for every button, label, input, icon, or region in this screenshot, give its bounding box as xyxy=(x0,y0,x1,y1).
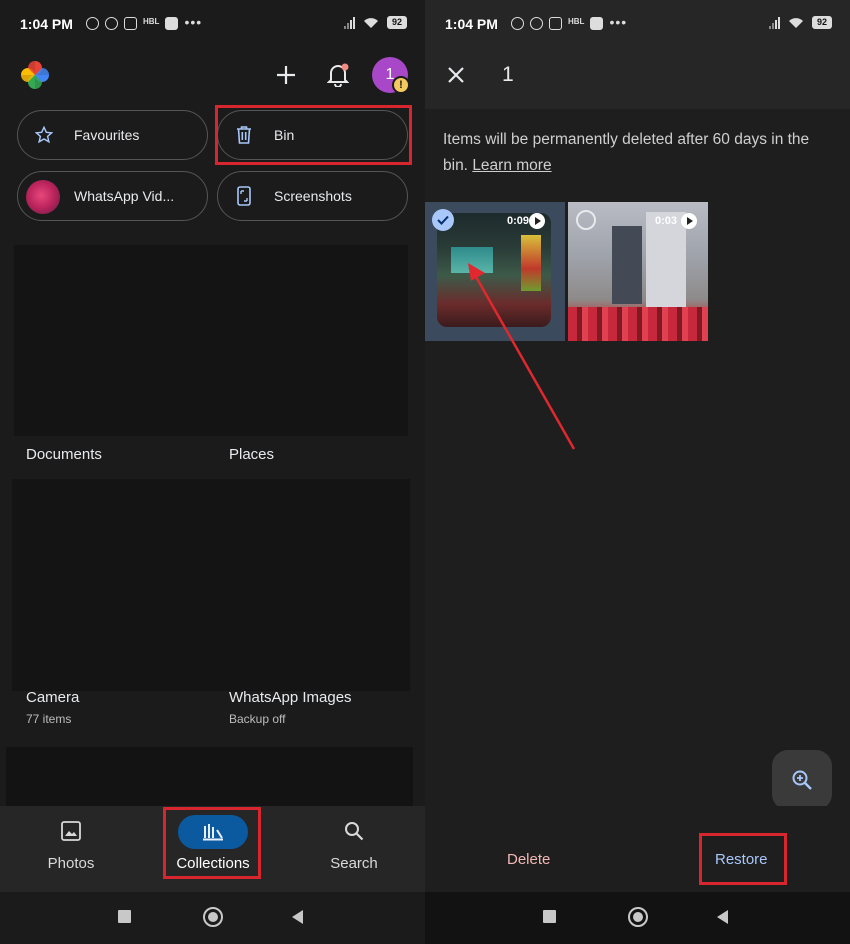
bin-info: Items will be permanently deleted after … xyxy=(443,127,833,179)
laptop-icon xyxy=(124,17,137,30)
album-documents-thumbnail[interactable] xyxy=(14,245,214,436)
nav-photos[interactable]: Photos xyxy=(11,806,131,892)
laptop-icon xyxy=(549,17,562,30)
star-icon xyxy=(33,124,55,146)
bin-screen: 1:04 PM HBL ••• 92 1 Items will be perma… xyxy=(425,0,850,944)
home-button[interactable] xyxy=(628,907,648,927)
chip-label: WhatsApp Vid... xyxy=(74,188,175,204)
selected-count: 1 xyxy=(502,63,514,86)
album-title: Documents xyxy=(26,446,102,463)
bottom-navigation: Photos Collections Search xyxy=(0,806,425,892)
chip-label: Bin xyxy=(274,127,295,143)
bin-item[interactable]: 0:03 xyxy=(568,202,708,341)
album-partial-thumbnail[interactable] xyxy=(6,747,413,807)
signal-icon xyxy=(768,16,780,29)
status-icons: HBL ••• xyxy=(86,14,203,30)
mute-icon xyxy=(511,17,524,30)
notifications-button[interactable] xyxy=(323,60,353,90)
album-camera-thumbnail[interactable] xyxy=(12,479,214,691)
restore-button[interactable]: Restore xyxy=(715,851,768,868)
collections-icon xyxy=(203,824,223,841)
album-subtitle: Backup off xyxy=(229,712,286,726)
chip-bin[interactable]: Bin xyxy=(217,110,408,160)
battery-icon: 92 xyxy=(811,16,832,29)
more-dots-icon: ••• xyxy=(609,14,628,30)
zoom-in-icon xyxy=(792,770,812,790)
learn-more-link[interactable]: Learn more xyxy=(472,157,551,174)
bank-app-icon: HBL xyxy=(568,17,585,26)
checkmark-icon[interactable] xyxy=(432,209,454,231)
select-circle-icon[interactable] xyxy=(576,210,596,230)
play-icon xyxy=(529,213,545,229)
album-title: WhatsApp Images xyxy=(229,689,352,706)
video-duration: 0:03 xyxy=(655,215,678,227)
photo-icon xyxy=(56,820,86,842)
system-navigation-bar xyxy=(0,892,425,944)
red-arrow-annotation xyxy=(468,263,576,450)
active-nav-pill xyxy=(178,815,248,849)
close-icon[interactable] xyxy=(444,63,468,87)
nav-label: Collections xyxy=(176,855,250,872)
recents-button[interactable] xyxy=(543,910,556,923)
linkedin-icon xyxy=(165,17,179,30)
wifi-icon xyxy=(363,17,378,28)
bank-app-icon: HBL xyxy=(143,17,160,26)
chip-favourites[interactable]: Favourites xyxy=(17,110,208,160)
alarm-icon xyxy=(530,17,543,30)
selection-toolbar: 1 xyxy=(425,50,850,109)
collections-screen: 1:04 PM HBL ••• 92 1 ! Favourites Bin Wh… xyxy=(0,0,425,944)
album-thumbnail xyxy=(26,180,60,214)
linkedin-icon xyxy=(590,17,604,30)
recents-button[interactable] xyxy=(118,910,131,923)
album-whatsapp-images-thumbnail[interactable] xyxy=(212,479,410,691)
battery-icon: 92 xyxy=(386,16,407,29)
album-subtitle: 77 items xyxy=(26,712,72,726)
status-bar: 1:04 PM HBL ••• 92 xyxy=(425,0,850,50)
zoom-button[interactable] xyxy=(772,750,832,810)
chip-label: Screenshots xyxy=(274,188,352,204)
back-button[interactable] xyxy=(717,910,728,924)
nav-label: Photos xyxy=(47,855,95,872)
bin-content: Items will be permanently deleted after … xyxy=(425,109,850,892)
more-dots-icon: ••• xyxy=(184,14,203,30)
nav-search[interactable]: Search xyxy=(294,806,414,892)
album-title: Places xyxy=(229,446,275,463)
phone-screenshot-icon xyxy=(233,185,255,207)
album-places-thumbnail[interactable] xyxy=(212,245,408,436)
system-navigation-bar xyxy=(425,892,850,944)
delete-button[interactable]: Delete xyxy=(507,851,550,868)
alarm-icon xyxy=(105,17,118,30)
wifi-icon xyxy=(788,17,803,28)
back-button[interactable] xyxy=(292,910,303,924)
mute-icon xyxy=(86,17,99,30)
add-button[interactable] xyxy=(271,60,301,90)
bell-icon xyxy=(327,63,349,87)
warning-badge: ! xyxy=(392,76,410,94)
home-button[interactable] xyxy=(203,907,223,927)
nav-collections[interactable]: Collections xyxy=(153,806,273,892)
status-icons: HBL ••• xyxy=(511,14,628,30)
album-title: Camera xyxy=(26,689,80,706)
status-bar: 1:04 PM HBL ••• 92 xyxy=(0,0,425,50)
status-time: 1:04 PM xyxy=(20,16,73,32)
nav-label: Search xyxy=(330,855,378,872)
status-time: 1:04 PM xyxy=(445,16,498,32)
search-icon xyxy=(339,820,369,842)
chip-whatsapp-videos[interactable]: WhatsApp Vid... xyxy=(17,171,208,221)
play-icon xyxy=(681,213,697,229)
plus-icon xyxy=(277,66,295,84)
signal-icon xyxy=(343,16,355,29)
google-photos-logo xyxy=(21,61,49,89)
bin-action-bar: Delete Restore xyxy=(425,806,850,892)
trash-icon xyxy=(233,124,255,146)
chip-label: Favourites xyxy=(74,127,140,143)
chip-screenshots[interactable]: Screenshots xyxy=(217,171,408,221)
video-duration: 0:09 xyxy=(507,215,530,227)
